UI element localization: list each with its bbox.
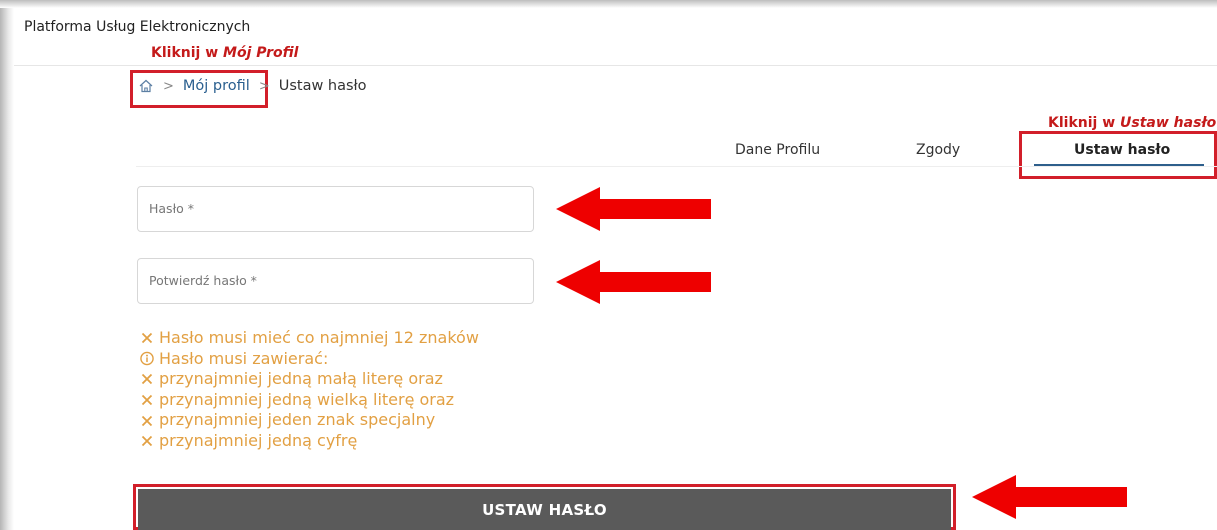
requirement-item: przynajmniej jedną wielką literę oraz: [140, 390, 479, 411]
confirm-password-field[interactable]: Potwierdź hasło *: [137, 258, 534, 304]
requirement-text: przynajmniej jeden znak specjalny: [159, 410, 436, 430]
annotation-click-set-password: Kliknij w Ustaw hasło: [1048, 115, 1216, 131]
breadcrumb-separator-2: >: [258, 78, 270, 94]
breadcrumb-item-set-password: Ustaw hasło: [278, 78, 367, 94]
annotation-tab-prefix: Kliknij w: [1048, 115, 1121, 131]
tab-zgody[interactable]: Zgody: [916, 142, 960, 158]
header-divider: [14, 65, 1217, 66]
breadcrumb-item-my-profile[interactable]: Mój profil: [183, 78, 250, 94]
highlight-box-tab: [1019, 131, 1217, 179]
home-icon[interactable]: [138, 78, 154, 94]
requirement-text: przynajmniej jedną małą literę oraz: [159, 369, 443, 389]
arrow-left-icon: [556, 260, 711, 304]
requirement-text: przynajmniej jedną wielką literę oraz: [159, 389, 455, 409]
x-icon: [140, 435, 154, 447]
tab-dane-profilu[interactable]: Dane Profilu: [735, 142, 820, 158]
set-password-button[interactable]: USTAW HASŁO: [138, 489, 951, 530]
window-shadow-top: [0, 0, 1217, 8]
breadcrumb-separator-1: >: [163, 78, 174, 94]
requirement-item: Hasło musi zawierać:: [140, 349, 479, 370]
app-title: Platforma Usług Elektronicznych: [24, 19, 251, 35]
annotation-click-profile: Kliknij w Mój Profil: [151, 45, 298, 61]
annotation-tab-target: Ustaw hasło: [1120, 115, 1217, 131]
requirement-item: przynajmniej jeden znak specjalny: [140, 410, 479, 431]
x-icon: [140, 415, 154, 427]
requirement-text: przynajmniej jedną cyfrę: [159, 430, 358, 450]
requirement-text: Hasło musi zawierać:: [159, 348, 329, 368]
x-icon: [140, 332, 154, 344]
annotation-profile-prefix: Kliknij w: [151, 45, 224, 61]
annotation-profile-target: Mój Profil: [223, 45, 299, 61]
requirement-item: przynajmniej jedną cyfrę: [140, 431, 479, 452]
requirement-text: Hasło musi mieć co najmniej 12 znaków: [159, 328, 479, 347]
x-icon: [140, 373, 154, 385]
x-icon: [140, 394, 154, 406]
breadcrumb: > Mój profil > Ustaw hasło: [138, 78, 367, 94]
arrow-left-icon: [972, 475, 1127, 519]
requirement-item: Hasło musi mieć co najmniej 12 znaków: [140, 328, 479, 349]
password-field[interactable]: Hasło *: [137, 186, 534, 232]
info-icon: [140, 351, 154, 366]
requirement-item: przynajmniej jedną małą literę oraz: [140, 369, 479, 390]
password-requirements: Hasło musi mieć co najmniej 12 znaków Ha…: [140, 328, 479, 452]
arrow-left-icon: [556, 187, 711, 231]
window-shadow-left: [0, 0, 14, 530]
tabs-divider: [136, 166, 1217, 167]
